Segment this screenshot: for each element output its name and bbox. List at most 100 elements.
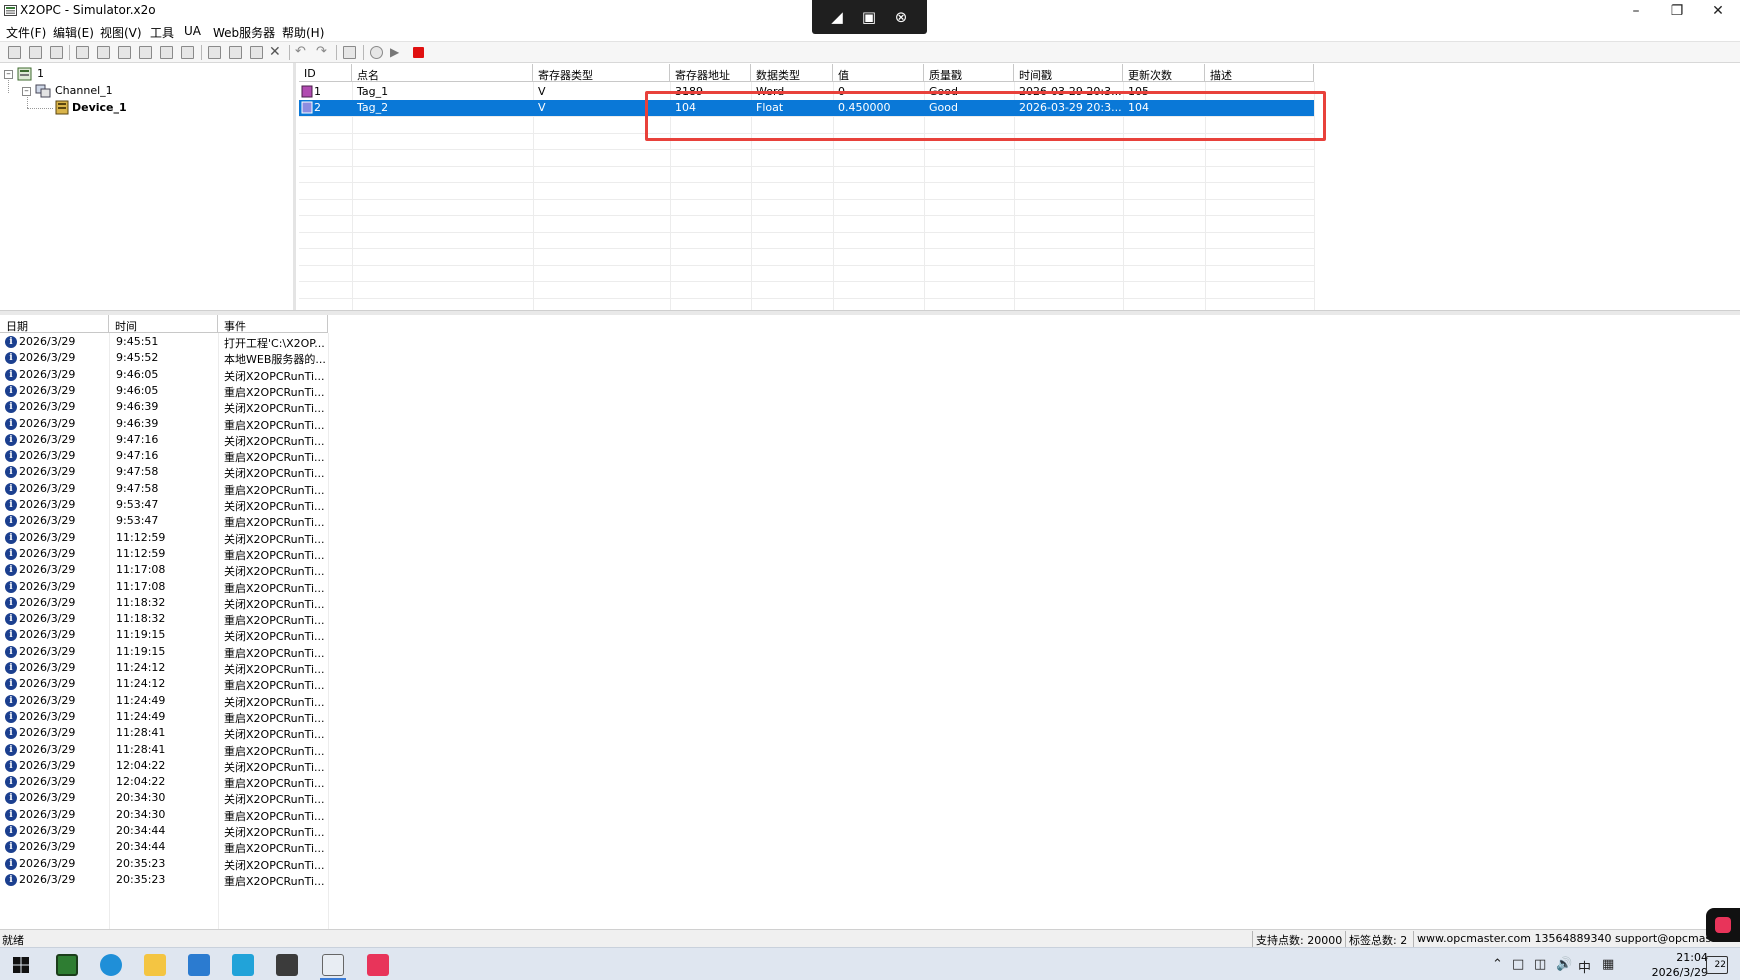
log-row[interactable]: i 2026/3/29 20:34:44 重启X2OPCRunTi...: [0, 839, 330, 855]
log-row[interactable]: i 2026/3/29 9:53:47 关闭X2OPCRunTi...: [0, 497, 330, 513]
paste-icon[interactable]: [250, 46, 263, 59]
col-header-description[interactable]: 描述: [1205, 64, 1314, 82]
log-row[interactable]: i 2026/3/29 11:19:15 重启X2OPCRunTi...: [0, 644, 330, 660]
menu-edit[interactable]: 编辑(E): [53, 24, 94, 41]
stop-icon[interactable]: [413, 47, 424, 58]
chat-app-icon[interactable]: [232, 954, 254, 976]
clock[interactable]: 21:04 2026/3/29: [1652, 950, 1708, 980]
log-row[interactable]: i 2026/3/29 9:46:05 关闭X2OPCRunTi...: [0, 367, 330, 383]
properties-icon[interactable]: [181, 46, 194, 59]
log-row[interactable]: i 2026/3/29 20:34:30 关闭X2OPCRunTi...: [0, 790, 330, 806]
connect-icon[interactable]: [370, 46, 383, 59]
undo-icon[interactable]: ↶: [295, 45, 308, 59]
copy-icon[interactable]: [229, 46, 242, 59]
monitor-icon[interactable]: [343, 46, 356, 59]
log-row[interactable]: i 2026/3/29 11:24:12 重启X2OPCRunTi...: [0, 676, 330, 692]
log-row[interactable]: i 2026/3/29 9:46:39 重启X2OPCRunTi...: [0, 416, 330, 432]
copy-tag-icon[interactable]: [160, 46, 173, 59]
minimize-icon[interactable]: –: [1616, 1, 1656, 21]
monitor-app-icon[interactable]: [56, 954, 78, 976]
log-row[interactable]: i 2026/3/29 11:19:15 关闭X2OPCRunTi...: [0, 627, 330, 643]
menu-help[interactable]: 帮助(H): [282, 24, 324, 41]
clock-date: 2026/3/29: [1651, 966, 1708, 979]
log-row[interactable]: i 2026/3/29 11:18:32 关闭X2OPCRunTi...: [0, 595, 330, 611]
log-row[interactable]: i 2026/3/29 11:24:12 关闭X2OPCRunTi...: [0, 660, 330, 676]
log-row[interactable]: i 2026/3/29 9:47:58 重启X2OPCRunTi...: [0, 481, 330, 497]
col-header-name[interactable]: 点名: [352, 64, 533, 82]
menu-tools[interactable]: 工具: [150, 24, 174, 41]
add-tag-icon[interactable]: [118, 46, 131, 59]
menu-view[interactable]: 视图(V): [100, 24, 142, 41]
log-row[interactable]: i 2026/3/29 9:47:16 重启X2OPCRunTi...: [0, 448, 330, 464]
log-row[interactable]: i 2026/3/29 9:53:47 重启X2OPCRunTi...: [0, 513, 330, 529]
collapse-root-icon[interactable]: –: [4, 70, 13, 79]
log-col-date[interactable]: 日期: [0, 315, 109, 333]
col-header-id[interactable]: ID: [299, 64, 352, 82]
remote-app-icon[interactable]: [367, 954, 389, 976]
log-row[interactable]: i 2026/3/29 9:47:58 关闭X2OPCRunTi...: [0, 464, 330, 480]
log-row[interactable]: i 2026/3/29 11:17:08 重启X2OPCRunTi...: [0, 579, 330, 595]
col-header-register-type[interactable]: 寄存器类型: [533, 64, 670, 82]
log-row[interactable]: i 2026/3/29 20:35:23 重启X2OPCRunTi...: [0, 872, 330, 888]
col-header-update-count[interactable]: 更新次数: [1123, 64, 1205, 82]
log-row[interactable]: i 2026/3/29 11:28:41 关闭X2OPCRunTi...: [0, 725, 330, 741]
log-row[interactable]: i 2026/3/29 11:18:32 重启X2OPCRunTi...: [0, 611, 330, 627]
log-row[interactable]: i 2026/3/29 11:12:59 重启X2OPCRunTi...: [0, 546, 330, 562]
x2opc-taskbar-icon[interactable]: [322, 954, 344, 976]
log-col-event[interactable]: 事件: [218, 315, 328, 333]
tray-device-icon[interactable]: □: [1512, 957, 1524, 972]
tree-device-label[interactable]: Device_1: [72, 101, 127, 114]
cut-icon[interactable]: [208, 46, 221, 59]
add-device-icon[interactable]: [97, 46, 110, 59]
menu-ua[interactable]: UA: [184, 24, 201, 38]
tray-expand-icon[interactable]: ⌃: [1492, 957, 1503, 972]
tree-channel-label[interactable]: Channel_1: [55, 84, 113, 97]
ime-indicator[interactable]: 中: [1578, 957, 1591, 976]
delete-icon[interactable]: ✕: [269, 45, 282, 59]
redo-icon[interactable]: ↷: [316, 45, 329, 59]
windows-start-icon[interactable]: [10, 954, 32, 976]
col-header-quality[interactable]: 质量戳: [924, 64, 1014, 82]
close-icon[interactable]: ✕: [1698, 1, 1738, 21]
add-channel-icon[interactable]: [76, 46, 89, 59]
collapse-channel-icon[interactable]: –: [22, 87, 31, 96]
volume-icon[interactable]: 🔊: [1556, 957, 1572, 972]
restore-icon[interactable]: ❐: [1657, 1, 1697, 21]
tool-app-icon[interactable]: [276, 954, 298, 976]
log-row[interactable]: i 2026/3/29 12:04:22 重启X2OPCRunTi...: [0, 774, 330, 790]
log-row[interactable]: i 2026/3/29 9:45:51 打开工程'C:\X2OP...: [0, 334, 330, 350]
log-col-time[interactable]: 时间: [109, 315, 218, 333]
notification-icon[interactable]: 22: [1706, 956, 1728, 974]
vscode-icon[interactable]: [188, 954, 210, 976]
tree-root-label[interactable]: 1: [37, 67, 44, 80]
new-file-icon[interactable]: [8, 46, 21, 59]
edge-browser-icon[interactable]: [100, 954, 122, 976]
col-header-value[interactable]: 值: [833, 64, 924, 82]
log-row[interactable]: i 2026/3/29 20:34:30 重启X2OPCRunTi...: [0, 807, 330, 823]
col-header-timestamp[interactable]: 时间戳: [1014, 64, 1123, 82]
log-row[interactable]: i 2026/3/29 9:47:16 关闭X2OPCRunTi...: [0, 432, 330, 448]
log-row[interactable]: i 2026/3/29 9:46:39 关闭X2OPCRunTi...: [0, 399, 330, 415]
open-folder-icon[interactable]: [29, 46, 42, 59]
log-row[interactable]: i 2026/3/29 20:35:23 关闭X2OPCRunTi...: [0, 856, 330, 872]
ime-mode-icon[interactable]: ▦: [1602, 957, 1614, 972]
edit-icon[interactable]: [139, 46, 152, 59]
network-icon[interactable]: ◫: [1534, 957, 1546, 972]
col-header-register-address[interactable]: 寄存器地址: [670, 64, 751, 82]
save-icon[interactable]: [50, 46, 63, 59]
log-row[interactable]: i 2026/3/29 11:12:59 关闭X2OPCRunTi...: [0, 530, 330, 546]
log-row[interactable]: i 2026/3/29 11:24:49 重启X2OPCRunTi...: [0, 709, 330, 725]
run-icon[interactable]: ▶: [390, 46, 403, 59]
log-row[interactable]: i 2026/3/29 9:45:52 本地WEB服务器的...: [0, 350, 330, 366]
file-explorer-icon[interactable]: [144, 954, 166, 976]
log-row[interactable]: i 2026/3/29 11:24:49 关闭X2OPCRunTi...: [0, 693, 330, 709]
log-row[interactable]: i 2026/3/29 20:34:44 关闭X2OPCRunTi...: [0, 823, 330, 839]
log-row[interactable]: i 2026/3/29 9:46:05 重启X2OPCRunTi...: [0, 383, 330, 399]
col-header-data-type[interactable]: 数据类型: [751, 64, 833, 82]
menu-web-server[interactable]: Web服务器: [213, 24, 275, 41]
log-row[interactable]: i 2026/3/29 11:28:41 重启X2OPCRunTi...: [0, 742, 330, 758]
floating-app-icon[interactable]: [1706, 908, 1740, 942]
menu-file[interactable]: 文件(F): [6, 24, 46, 41]
log-row[interactable]: i 2026/3/29 12:04:22 关闭X2OPCRunTi...: [0, 758, 330, 774]
log-row[interactable]: i 2026/3/29 11:17:08 关闭X2OPCRunTi...: [0, 562, 330, 578]
